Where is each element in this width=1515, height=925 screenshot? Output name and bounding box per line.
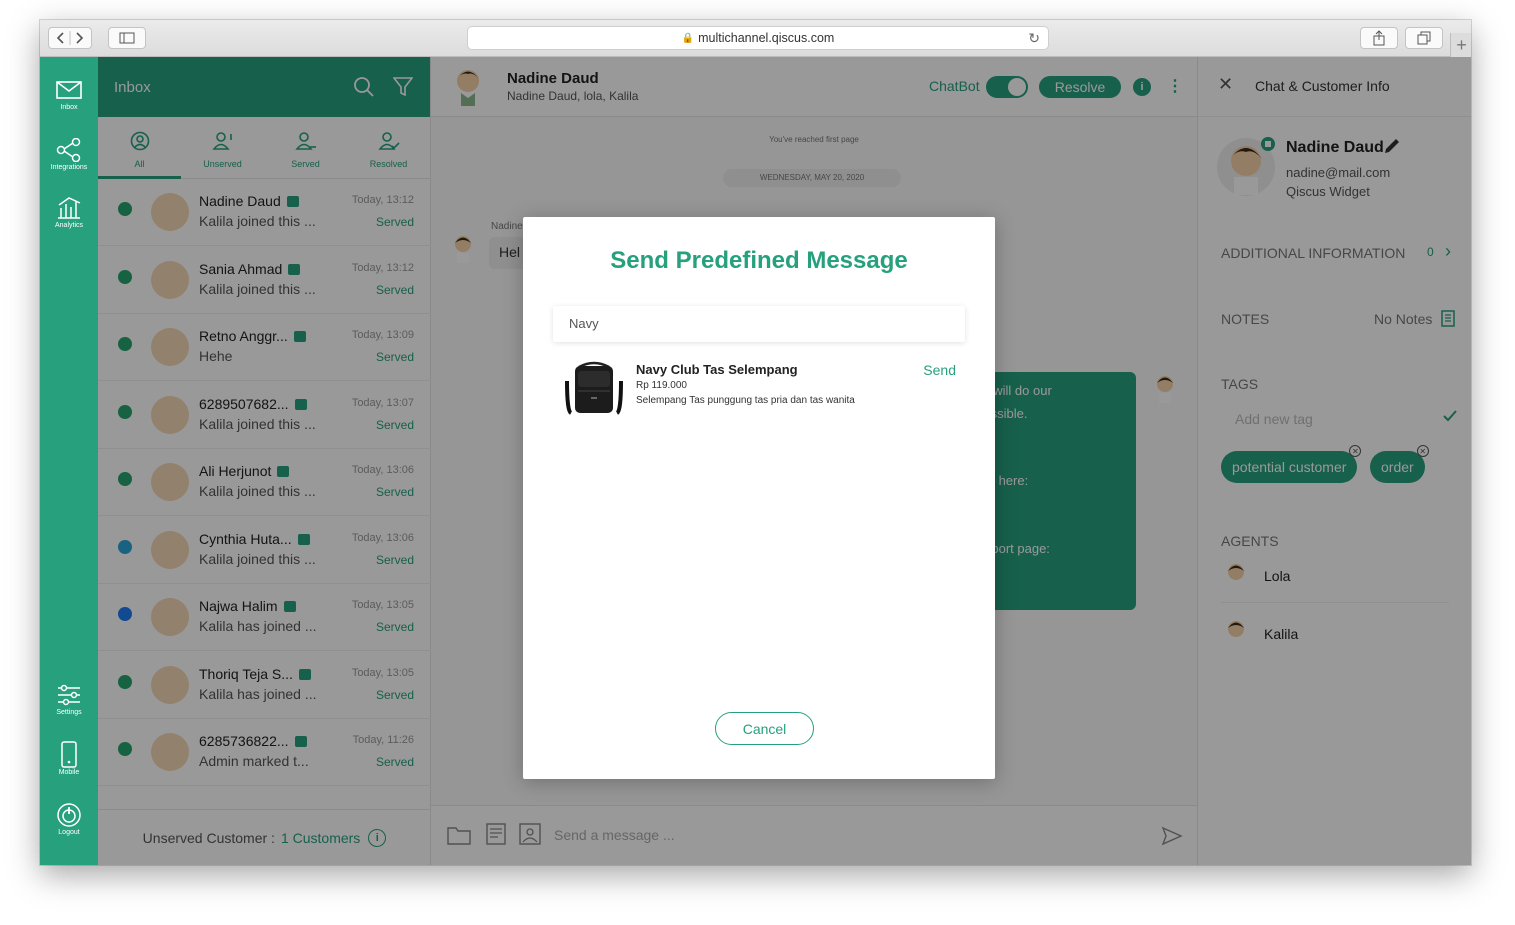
sidebar-toggle-button[interactable] (108, 27, 146, 49)
reload-icon[interactable]: ↻ (1028, 30, 1040, 47)
nav-analytics-label: Analytics (54, 222, 83, 229)
nav-settings[interactable]: Settings (40, 682, 98, 716)
nav-integrations[interactable]: Integrations (40, 137, 98, 171)
modal-title: Send Predefined Message (610, 247, 908, 274)
lock-icon: 🔒 (681, 32, 695, 44)
settings-sliders-icon (58, 684, 80, 706)
sidebar-icon (119, 32, 135, 44)
product-image (565, 361, 623, 415)
product-name: Navy Club Tas Selempang (636, 362, 798, 377)
send-product-button[interactable]: Send (923, 362, 956, 378)
left-nav: Inbox Integrations Analytics Settings Mo… (40, 57, 98, 865)
address-bar[interactable]: 🔒 multichannel.qiscus.com ↻ (467, 26, 1049, 50)
nav-integrations-label: Integrations (50, 164, 88, 171)
product-item: Navy Club Tas Selempang Rp 119.000 Selem… (553, 358, 965, 418)
nav-analytics[interactable]: Analytics (40, 195, 98, 229)
cancel-button[interactable]: Cancel (715, 712, 814, 745)
nav-logout[interactable]: Logout (40, 802, 98, 836)
mail-icon (56, 81, 82, 99)
nav-inbox[interactable]: Inbox (40, 77, 98, 111)
product-description: Selempang Tas punggung tas pria dan tas … (636, 395, 855, 406)
back-forward-buttons[interactable] (48, 27, 92, 49)
analytics-icon (58, 197, 81, 219)
browser-toolbar: 🔒 multichannel.qiscus.com ↻ + (40, 20, 1471, 57)
tabs-button[interactable] (1405, 27, 1443, 49)
nav-settings-label: Settings (56, 709, 82, 716)
nav-logout-label: Logout (58, 829, 80, 836)
integrations-icon (56, 138, 81, 162)
share-button[interactable] (1360, 27, 1398, 49)
power-icon (57, 803, 81, 827)
url-text: multichannel.qiscus.com (698, 31, 835, 45)
share-icon (1373, 30, 1385, 46)
app: Inbox Integrations Analytics Settings Mo… (40, 57, 1471, 865)
browser-window: 🔒 multichannel.qiscus.com ↻ + Inbox Inte… (40, 20, 1471, 865)
predefined-message-modal: Send Predefined Message Navy Navy Club T… (523, 217, 995, 779)
nav-mobile-label: Mobile (58, 769, 80, 776)
back-forward-icon (56, 31, 84, 45)
mobile-icon (61, 741, 77, 768)
tabs-icon (1417, 31, 1431, 45)
product-search-input[interactable]: Navy (553, 306, 965, 342)
nav-inbox-label: Inbox (60, 104, 78, 111)
new-tab-icon[interactable]: + (1450, 33, 1471, 57)
product-price: Rp 119.000 (636, 380, 687, 391)
nav-mobile[interactable]: Mobile (40, 741, 98, 776)
